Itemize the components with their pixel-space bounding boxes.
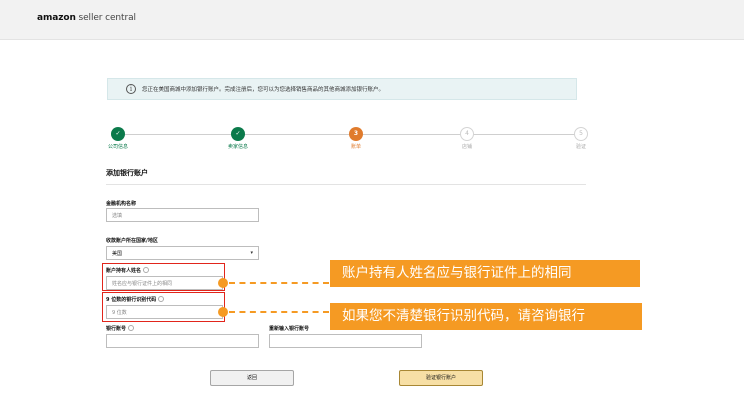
account-label: 银行账号 bbox=[106, 325, 135, 332]
institution-label: 金融机构名称 bbox=[106, 200, 136, 207]
institution-label-text: 金融机构名称 bbox=[106, 201, 137, 207]
step-1-label: 公司信息 bbox=[107, 144, 128, 150]
info-banner: i 您正在美国商城中添加银行账户。完成注册后，您可以为您选择销售商品的其他商城添… bbox=[107, 78, 577, 100]
country-label-text: 收款账户所在国家/地区 bbox=[106, 238, 158, 244]
routing-highlight bbox=[102, 292, 225, 322]
top-bar: amazon seller central bbox=[0, 0, 744, 40]
info-icon: i bbox=[126, 84, 136, 94]
step-4-circle: 4 bbox=[460, 127, 474, 141]
account-confirm-label-text: 重新输入银行账号 bbox=[269, 326, 310, 332]
seller-central-logo[interactable]: amazon seller central bbox=[37, 13, 136, 23]
account-confirm-label: 重新输入银行账号 bbox=[269, 325, 309, 332]
section-divider bbox=[106, 184, 586, 185]
routing-callout-dot bbox=[218, 307, 228, 317]
brand-amazon: amazon bbox=[37, 13, 76, 23]
step-3-circle: 3 bbox=[349, 127, 363, 141]
chevron-down-icon: ▾ bbox=[250, 250, 253, 256]
holder-callout: 账户持有人姓名应与银行证件上的相同 bbox=[330, 260, 640, 287]
holder-callout-connector bbox=[229, 282, 329, 284]
step-5-circle: 5 bbox=[574, 127, 588, 141]
step-3-label: 账单 bbox=[350, 144, 361, 150]
section-title: 添加银行账户 bbox=[106, 169, 148, 177]
account-confirm-input[interactable] bbox=[269, 334, 422, 348]
country-select[interactable]: 美国 ▾ bbox=[106, 246, 259, 260]
step-2-label: 卖家信息 bbox=[227, 144, 248, 150]
country-value: 美国 bbox=[112, 251, 123, 257]
account-input[interactable] bbox=[106, 334, 259, 348]
step-4-label: 店铺 bbox=[461, 144, 472, 150]
country-label: 收款账户所在国家/地区 bbox=[106, 237, 158, 244]
routing-callout: 如果您不清楚银行识别代码，请咨询银行 bbox=[330, 303, 642, 330]
holder-callout-dot bbox=[218, 278, 228, 288]
account-label-text: 银行账号 bbox=[106, 326, 127, 332]
help-icon[interactable] bbox=[128, 325, 135, 331]
brand-seller-central: seller central bbox=[75, 13, 136, 23]
step-5-label: 验证 bbox=[575, 144, 586, 150]
step-1-circle: ✓ bbox=[111, 127, 125, 141]
back-button[interactable]: 返回 bbox=[210, 370, 294, 386]
verify-bank-account-button[interactable]: 验证银行账户 bbox=[399, 370, 483, 386]
institution-input[interactable]: 选填 bbox=[106, 208, 259, 222]
page: amazon seller central i 您正在美国商城中添加银行账户。完… bbox=[0, 0, 744, 418]
holder-highlight bbox=[102, 263, 225, 291]
routing-callout-connector bbox=[229, 311, 329, 313]
step-2-circle: ✓ bbox=[231, 127, 245, 141]
info-text: 您正在美国商城中添加银行账户。完成注册后，您可以为您选择销售商品的其他商城添加银… bbox=[142, 87, 385, 93]
